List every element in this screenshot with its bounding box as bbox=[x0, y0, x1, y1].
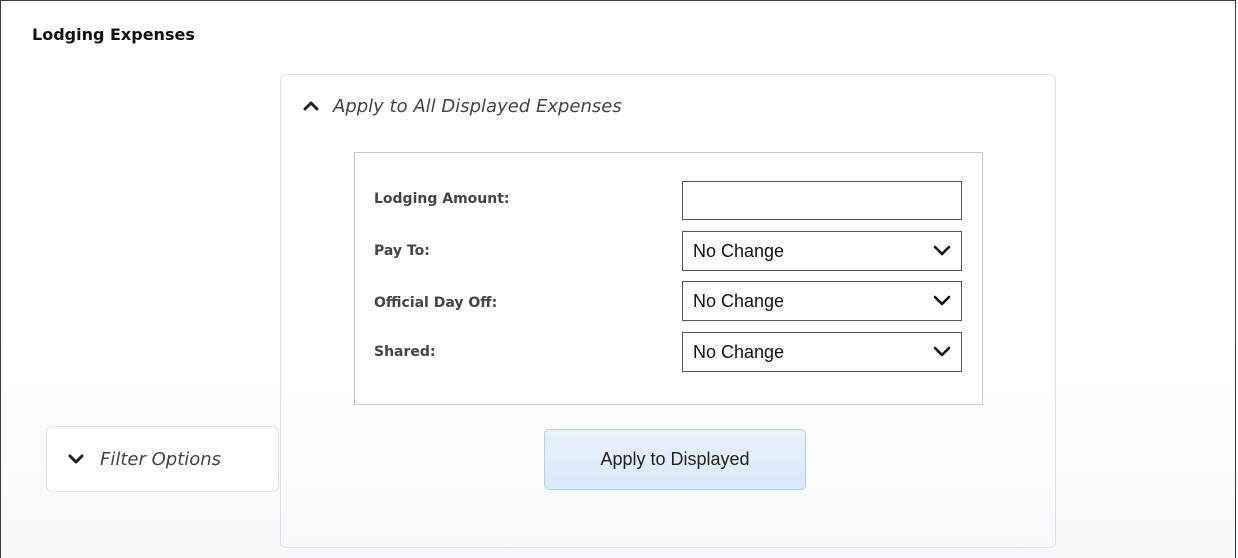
lodging-amount-input[interactable] bbox=[682, 181, 962, 220]
apply-all-panel: Apply to All Displayed Expenses Lodging … bbox=[280, 74, 1056, 548]
apply-to-displayed-button[interactable]: Apply to Displayed bbox=[544, 429, 806, 490]
page-title: Lodging Expenses bbox=[32, 25, 195, 44]
shared-select-value: No Change bbox=[693, 341, 785, 362]
chevron-down-icon bbox=[933, 245, 951, 256]
chevron-down-icon bbox=[933, 346, 951, 357]
filter-options-panel[interactable]: Filter Options bbox=[46, 426, 279, 492]
filter-options-label: Filter Options bbox=[100, 448, 222, 470]
pay-to-select[interactable]: No Change bbox=[682, 231, 962, 271]
chevron-down-icon bbox=[68, 454, 84, 464]
official-day-off-select[interactable]: No Change bbox=[682, 281, 962, 321]
pay-to-select-value: No Change bbox=[693, 240, 785, 261]
shared-label: Shared: bbox=[374, 344, 436, 360]
official-day-off-label: Official Day Off: bbox=[374, 295, 498, 311]
shared-select[interactable]: No Change bbox=[682, 332, 962, 372]
apply-fields-box: Lodging Amount: Pay To: No Change Offici… bbox=[354, 152, 983, 405]
apply-all-panel-title: Apply to All Displayed Expenses bbox=[333, 95, 622, 117]
lodging-amount-label: Lodging Amount: bbox=[374, 191, 510, 207]
main-frame: Lodging Expenses Apply to All Displayed … bbox=[0, 0, 1236, 558]
apply-all-panel-header[interactable]: Apply to All Displayed Expenses bbox=[303, 93, 622, 119]
chevron-down-icon bbox=[933, 295, 951, 306]
official-day-off-select-value: No Change bbox=[693, 290, 785, 311]
chevron-up-icon bbox=[303, 101, 319, 111]
pay-to-label: Pay To: bbox=[374, 243, 430, 259]
